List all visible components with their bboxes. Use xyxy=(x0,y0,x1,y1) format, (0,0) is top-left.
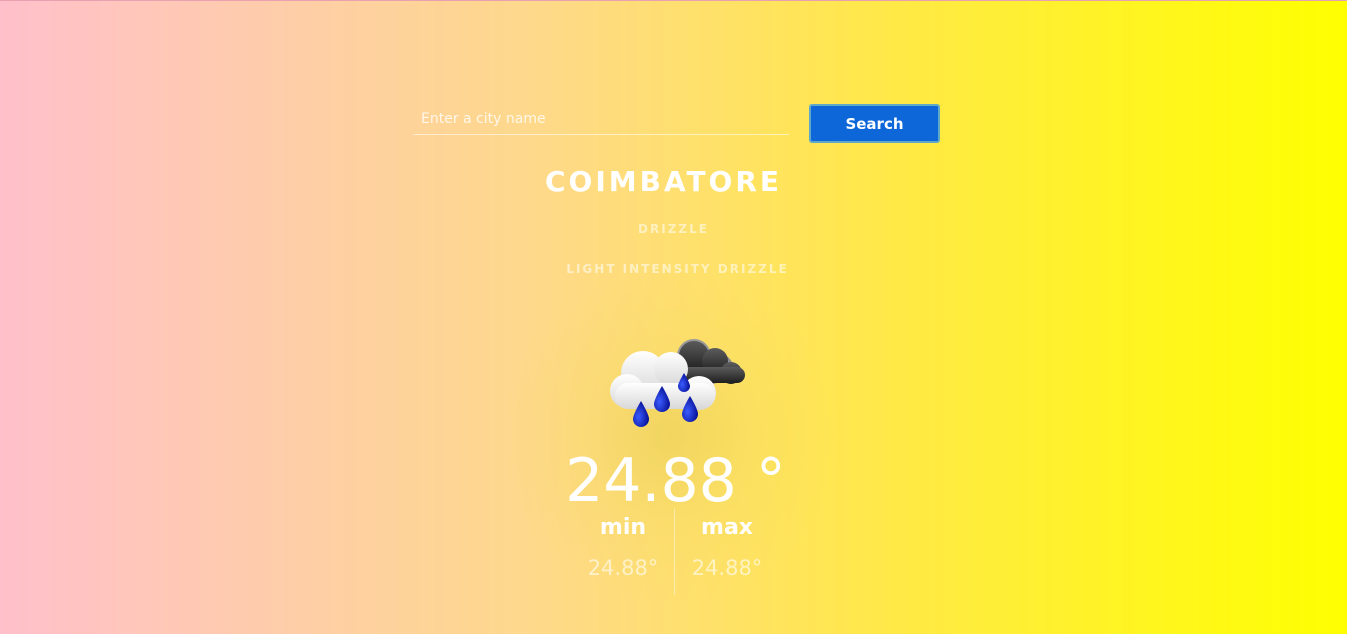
min-value: 24.88° xyxy=(587,556,659,580)
weather-app: { "search": { "placeholder": "Enter a ci… xyxy=(0,0,1347,634)
max-label: max xyxy=(701,515,753,540)
search-bar: Search xyxy=(413,103,943,143)
min-max-divider xyxy=(674,509,675,595)
min-temperature: min 24.88° xyxy=(572,509,674,587)
max-value: 24.88° xyxy=(691,556,763,580)
city-name: COIMBATORE xyxy=(544,165,783,198)
weather-condition: DRIZZLE xyxy=(638,222,709,236)
max-temperature: max 24.88° xyxy=(676,509,778,587)
city-search-input[interactable] xyxy=(413,103,789,135)
search-button[interactable]: Search xyxy=(809,104,940,143)
rain-cloud-icon xyxy=(610,339,745,427)
min-max-panel: min 24.88° max 24.88° xyxy=(572,509,782,595)
min-label: min xyxy=(599,515,647,540)
